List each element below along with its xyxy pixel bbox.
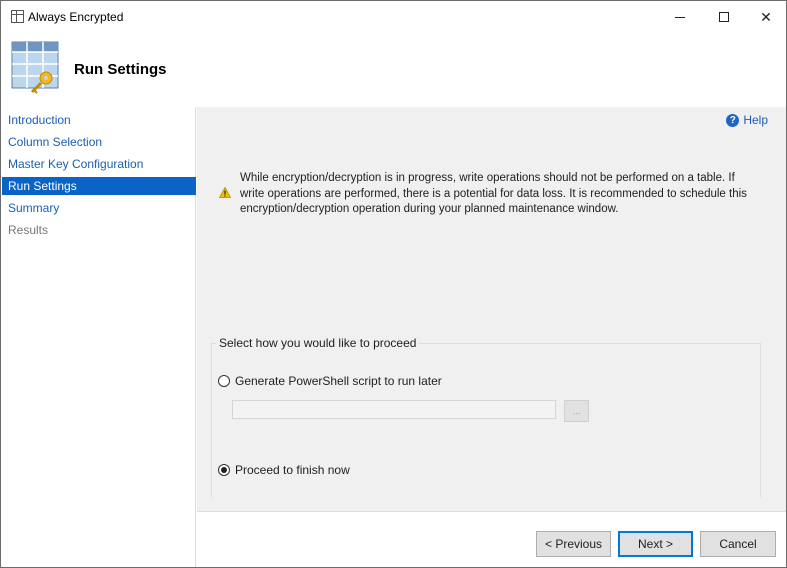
- close-icon: ✕: [760, 8, 772, 25]
- nav-item-run-settings[interactable]: Run Settings: [2, 177, 196, 195]
- generate-script-label: Generate PowerShell script to run later: [235, 374, 442, 388]
- wizard-window: Always Encrypted ✕ Run Settings Introduc…: [0, 0, 787, 568]
- browse-button[interactable]: ...: [564, 400, 589, 422]
- proceed-now-option[interactable]: Proceed to finish now: [218, 463, 350, 477]
- nav-item-column-selection[interactable]: Column Selection: [2, 133, 196, 151]
- table-key-icon: [11, 41, 59, 94]
- title-bar: Always Encrypted ✕: [1, 1, 786, 33]
- cancel-button[interactable]: Cancel: [700, 531, 776, 557]
- window-title: Always Encrypted: [28, 10, 124, 24]
- warning-message: While encryption/decryption is in progre…: [240, 172, 747, 215]
- proceed-options-legend: Select how you would like to proceed: [216, 336, 420, 350]
- minimize-button[interactable]: [658, 1, 702, 33]
- page-title: Run Settings: [74, 61, 167, 78]
- nav-item-results: Results: [8, 223, 49, 237]
- previous-button[interactable]: < Previous: [536, 531, 611, 557]
- close-button[interactable]: ✕: [744, 1, 787, 33]
- wizard-step-nav: Introduction Column Selection Master Key…: [2, 107, 196, 567]
- nav-item-master-key-configuration[interactable]: Master Key Configuration: [2, 155, 196, 173]
- proceed-now-radio[interactable]: [218, 464, 230, 476]
- maximize-button[interactable]: [702, 1, 746, 33]
- run-settings-panel: ? Help While encryption/decryption is in…: [197, 107, 786, 511]
- help-label: Help: [743, 113, 768, 127]
- generate-script-option[interactable]: Generate PowerShell script to run later: [218, 374, 442, 388]
- script-path-input[interactable]: [232, 400, 556, 419]
- generate-script-radio[interactable]: [218, 375, 230, 387]
- wizard-footer: < Previous Next > Cancel: [197, 511, 786, 567]
- nav-item-introduction[interactable]: Introduction: [2, 111, 196, 129]
- wizard-header: Run Settings: [1, 33, 786, 106]
- minimize-icon: [675, 16, 685, 18]
- next-button[interactable]: Next >: [618, 531, 693, 557]
- warning-icon: [219, 187, 231, 198]
- proceed-now-label: Proceed to finish now: [235, 463, 350, 477]
- app-table-icon: [11, 10, 24, 23]
- help-link[interactable]: ? Help: [726, 113, 768, 127]
- help-icon: ?: [726, 113, 740, 127]
- maximize-icon: [719, 12, 729, 22]
- proceed-options-group: Select how you would like to proceed Gen…: [211, 336, 761, 497]
- nav-item-summary[interactable]: Summary: [2, 199, 196, 217]
